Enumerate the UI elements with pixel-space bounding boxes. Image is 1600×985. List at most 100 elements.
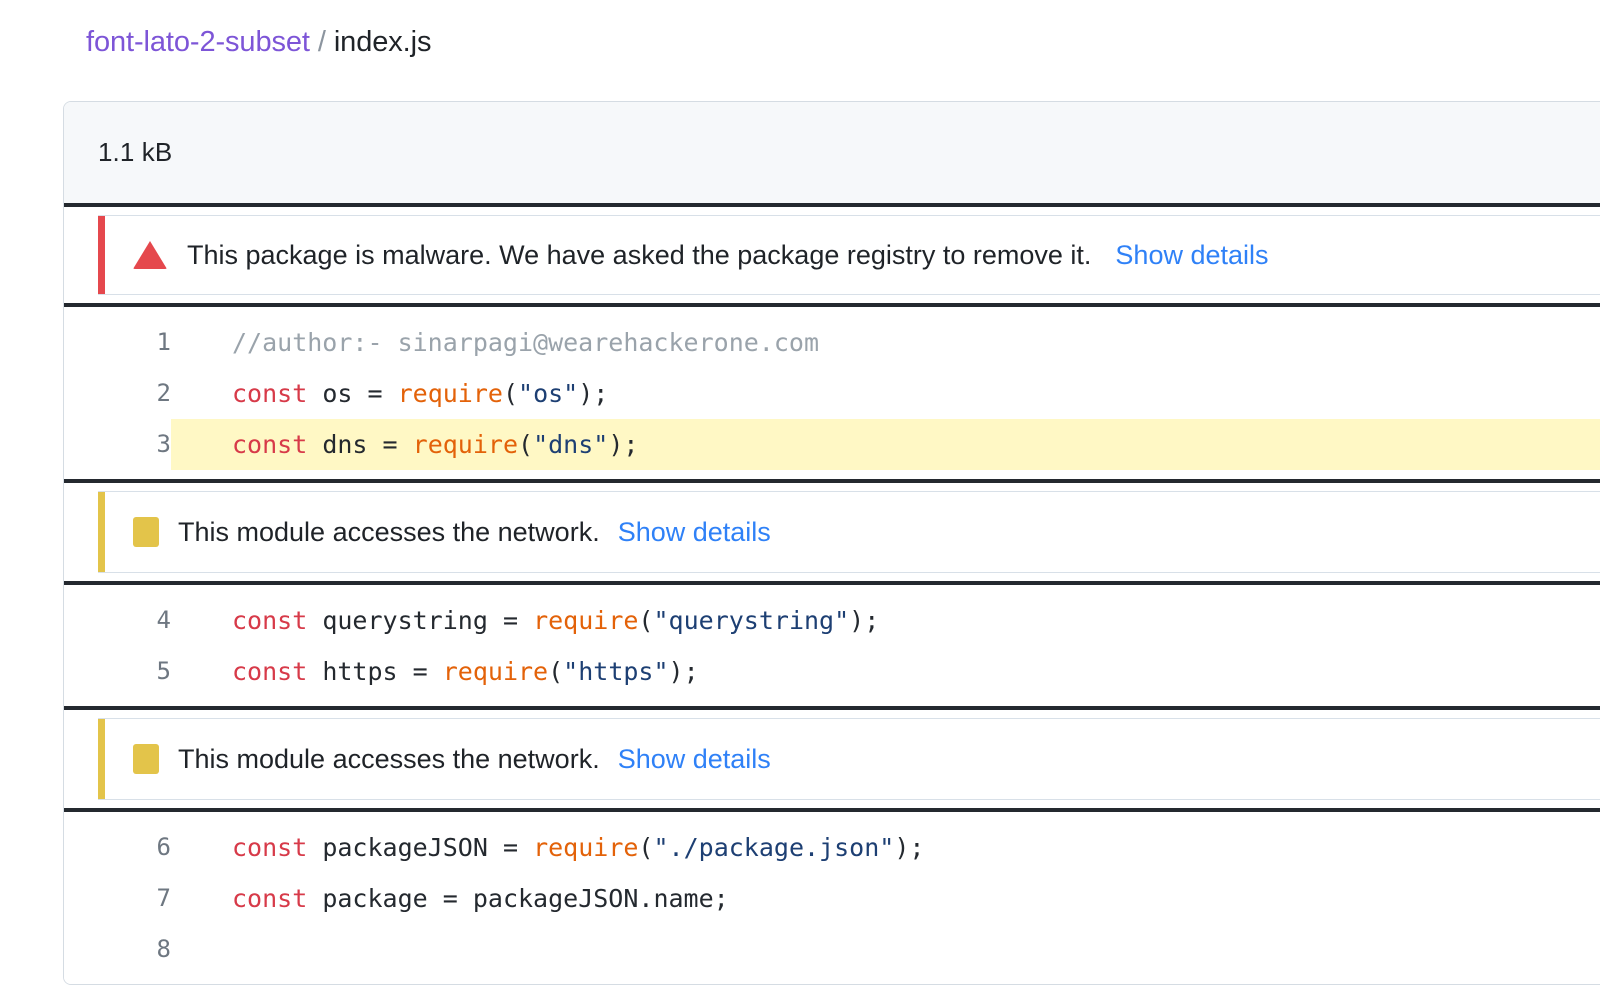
code-token: "./package.json": [653, 833, 894, 862]
code-line-text: //author:- sinarpagi@wearehackerone.com: [171, 317, 1600, 368]
alert-severity-bar: [98, 216, 105, 294]
code-token: package: [322, 884, 427, 913]
code-token: packageJSON: [322, 833, 488, 862]
code-block[interactable]: 1 //author:- sinarpagi@wearehackerone.com…: [64, 307, 1600, 479]
code-line-text: const querystring = require("querystring…: [171, 595, 1600, 646]
network-alert-row: This module accesses the network. Show de…: [64, 710, 1600, 808]
code-token: os: [322, 379, 352, 408]
alert-message: This package is malware. We have asked t…: [187, 239, 1091, 271]
show-details-link[interactable]: Show details: [618, 743, 771, 775]
alert-severity-bar: [98, 492, 105, 572]
line-number[interactable]: 4: [64, 595, 171, 646]
code-token: =: [398, 657, 443, 686]
code-token: "querystring": [653, 606, 849, 635]
code-token: const: [232, 833, 307, 862]
breadcrumb-package-link[interactable]: font-lato-2-subset: [86, 26, 310, 58]
code-token: );: [578, 379, 608, 408]
line-number[interactable]: 5: [64, 646, 171, 697]
code-token: require: [533, 833, 638, 862]
network-warning-icon: [133, 517, 159, 547]
code-token: );: [894, 833, 924, 862]
code-token: (: [503, 379, 518, 408]
code-token: "dns": [533, 430, 608, 459]
breadcrumb-current-file: index.js: [334, 26, 432, 58]
alert-inner: This module accesses the network. Show de…: [98, 718, 1600, 800]
malware-alert-row: This package is malware. We have asked t…: [64, 207, 1600, 303]
line-number[interactable]: 8: [64, 924, 171, 975]
code-line-text: const https = require("https");: [171, 646, 1600, 697]
alert-body: This module accesses the network. Show de…: [105, 719, 1600, 799]
code-token: //author:- sinarpagi@wearehackerone.com: [232, 328, 819, 357]
alert-inner: This package is malware. We have asked t…: [98, 215, 1600, 295]
code-line: 2const os = require("os");: [64, 368, 1600, 419]
code-token: );: [669, 657, 699, 686]
code-token: =: [488, 606, 533, 635]
file-card-header: 1.1 kB: [64, 102, 1600, 207]
show-details-link[interactable]: Show details: [1115, 239, 1268, 271]
code-token: require: [398, 379, 503, 408]
alert-message: This module accesses the network.: [178, 516, 600, 548]
code-token: [307, 657, 322, 686]
code-token: const: [232, 884, 307, 913]
line-number[interactable]: 2: [64, 368, 171, 419]
code-token: [307, 833, 322, 862]
code-line: 8: [64, 924, 1600, 975]
code-token: =: [428, 884, 473, 913]
code-line-text: const os = require("os");: [171, 368, 1600, 419]
code-token: =: [367, 430, 412, 459]
code-token: );: [608, 430, 638, 459]
breadcrumb-separator: /: [310, 26, 334, 58]
code-token: const: [232, 430, 307, 459]
file-content-blocks: This package is malware. We have asked t…: [64, 207, 1600, 984]
code-line: 6const packageJSON = require("./package.…: [64, 822, 1600, 873]
code-token: https: [322, 657, 397, 686]
code-token: (: [638, 606, 653, 635]
file-size-label: 1.1 kB: [98, 137, 172, 168]
file-viewer-card: 1.1 kB This package is malware. We have …: [63, 101, 1600, 985]
code-token: );: [849, 606, 879, 635]
code-line: 1 //author:- sinarpagi@wearehackerone.com: [64, 317, 1600, 368]
code-token: querystring: [322, 606, 488, 635]
code-token: (: [548, 657, 563, 686]
code-block[interactable]: 4const querystring = require("querystrin…: [64, 585, 1600, 706]
code-token: const: [232, 379, 307, 408]
code-line: 4const querystring = require("querystrin…: [64, 595, 1600, 646]
line-number[interactable]: 3: [64, 419, 171, 470]
alert-severity-bar: [98, 719, 105, 799]
code-token: const: [232, 606, 307, 635]
code-line-text: [171, 924, 1600, 975]
alert-message: This module accesses the network.: [178, 743, 600, 775]
code-token: =: [488, 833, 533, 862]
code-token: [307, 379, 322, 408]
code-token: (: [518, 430, 533, 459]
code-token: (: [638, 833, 653, 862]
show-details-link[interactable]: Show details: [618, 516, 771, 548]
code-token: dns: [322, 430, 367, 459]
line-number[interactable]: 7: [64, 873, 171, 924]
network-warning-icon: [133, 744, 159, 774]
warning-triangle-icon: [133, 241, 167, 269]
code-token: "https": [563, 657, 668, 686]
code-line-text: const packageJSON = require("./package.j…: [171, 822, 1600, 873]
code-token: require: [533, 606, 638, 635]
code-token: [307, 884, 322, 913]
code-token: const: [232, 657, 307, 686]
alert-body: This module accesses the network. Show de…: [105, 492, 1600, 572]
code-block[interactable]: 6const packageJSON = require("./package.…: [64, 812, 1600, 984]
code-line-text: const package = packageJSON.name;: [171, 873, 1600, 924]
breadcrumb: font-lato-2-subset/index.js: [86, 22, 431, 62]
code-token: [307, 606, 322, 635]
code-token: packageJSON.name;: [473, 884, 729, 913]
code-token: =: [352, 379, 397, 408]
code-token: [307, 430, 322, 459]
code-token: require: [413, 430, 518, 459]
code-token: "os": [518, 379, 578, 408]
line-number[interactable]: 1: [64, 317, 171, 368]
code-line: 3const dns = require("dns");: [64, 419, 1600, 470]
alert-body: This package is malware. We have asked t…: [105, 216, 1600, 294]
code-line: 7const package = packageJSON.name;: [64, 873, 1600, 924]
network-alert-row: This module accesses the network. Show de…: [64, 483, 1600, 581]
line-number[interactable]: 6: [64, 822, 171, 873]
code-line-text: const dns = require("dns");: [171, 419, 1600, 470]
code-line: 5const https = require("https");: [64, 646, 1600, 697]
